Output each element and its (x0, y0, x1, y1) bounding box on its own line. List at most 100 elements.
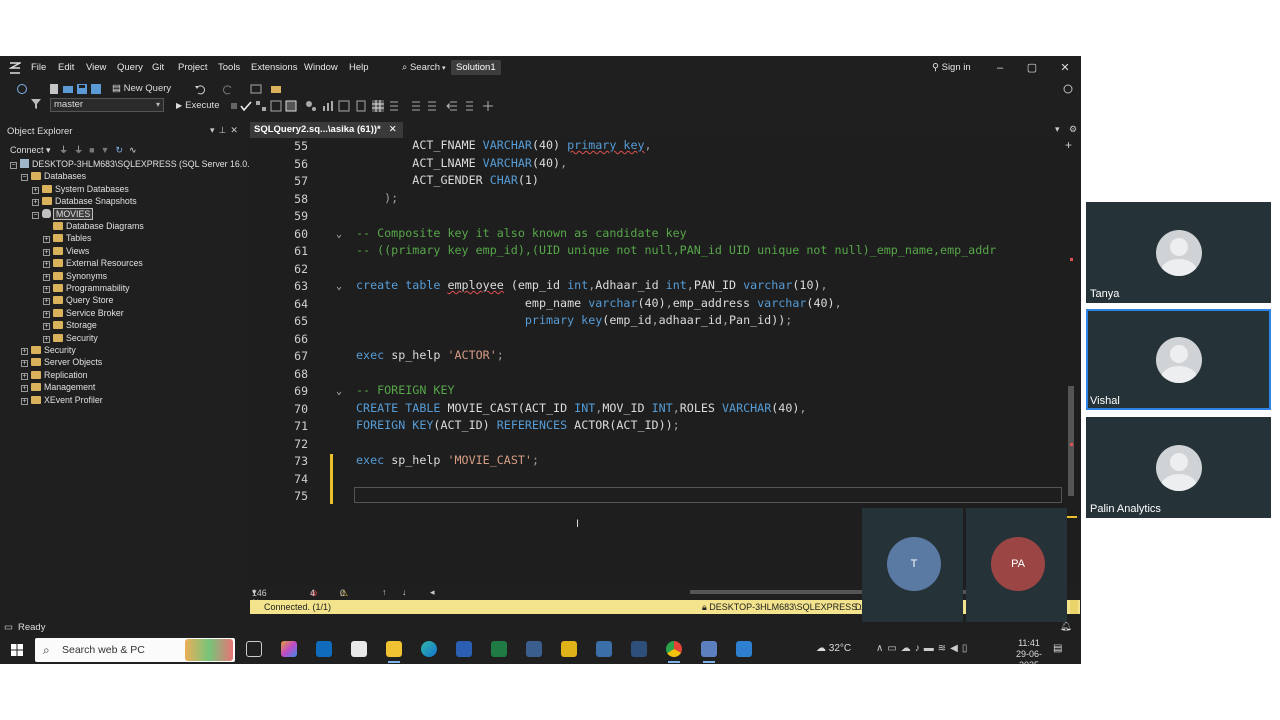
minimize-button[interactable]: – (992, 60, 1008, 76)
wifi-icon[interactable]: ≋ (938, 643, 950, 654)
outlook-icon[interactable] (316, 641, 332, 657)
expand-icon[interactable]: + (43, 286, 50, 293)
tree-node[interactable]: + Programmability (43, 282, 130, 294)
onedrive-icon[interactable]: ☁ (901, 643, 915, 654)
results-file-icon[interactable] (355, 100, 367, 112)
tree-node[interactable]: + Synonyms (43, 270, 107, 282)
mic-icon[interactable]: ♪ (915, 643, 924, 654)
expand-icon[interactable]: + (21, 360, 28, 368)
volume-icon[interactable]: ◀ (950, 643, 962, 654)
menu-edit[interactable]: Edit (58, 62, 74, 73)
tree-node[interactable]: − Databases (21, 170, 86, 182)
folder-icon[interactable] (270, 83, 282, 95)
collapse-icon[interactable]: − (21, 174, 28, 182)
expand-icon[interactable]: + (43, 310, 50, 318)
arrow-down-icon[interactable]: ↓ (402, 587, 406, 597)
power-icon[interactable]: ▯ (962, 643, 972, 654)
new-query-button[interactable]: ▤ New Query (112, 83, 171, 94)
new-file-icon[interactable] (48, 83, 60, 95)
notification-center-icon[interactable]: ▤ (1053, 643, 1062, 654)
taskbar-search[interactable]: ⌕ Search web & PC (35, 638, 235, 662)
windows-start-icon[interactable] (11, 644, 23, 656)
open-file-icon[interactable] (62, 83, 74, 95)
menu-tools[interactable]: Tools (218, 62, 240, 73)
task-view-icon[interactable] (246, 641, 262, 657)
clock[interactable]: 11:4129-06-2025 (1006, 638, 1052, 664)
refresh-icon[interactable]: ↻ (115, 145, 123, 155)
tree-node[interactable]: − MOVIES (32, 207, 94, 220)
client-stats-icon[interactable] (322, 100, 334, 112)
tree-node[interactable]: − DESKTOP-3HLM683\SQLEXPRESS (SQL Server … (10, 158, 275, 170)
expand-icon[interactable]: + (43, 335, 50, 343)
tool-icon[interactable] (250, 83, 262, 95)
zoom-level[interactable]: 146 % ▾ (252, 587, 267, 608)
tree-node[interactable]: + System Databases (32, 183, 129, 195)
expand-icon[interactable]: + (32, 199, 39, 207)
menu-help[interactable]: Help (349, 62, 369, 73)
results-text-icon[interactable] (270, 100, 282, 112)
tree-node[interactable]: + Database Snapshots (32, 195, 137, 207)
save-all-icon[interactable] (90, 83, 102, 95)
close-icon[interactable]: ✕ (230, 125, 242, 135)
database-select[interactable]: master ▾ (50, 98, 164, 112)
menu-window[interactable]: Window (304, 62, 338, 73)
decrease-indent-icon[interactable] (446, 100, 458, 112)
tree-node[interactable]: + External Resources (43, 257, 143, 269)
tree-node[interactable]: + XEvent Profiler (21, 394, 103, 406)
tree-node[interactable]: + Query Store (43, 294, 113, 306)
expand-icon[interactable]: + (43, 298, 50, 306)
stop-icon[interactable] (228, 100, 240, 112)
connect-icon[interactable]: ⏚ (59, 145, 68, 155)
ssms-active-icon[interactable] (701, 641, 717, 663)
specify-values-icon[interactable] (482, 100, 494, 112)
disconnect-icon[interactable]: ⏚ (74, 145, 83, 155)
tree-node[interactable]: + Replication (21, 369, 88, 381)
search-menu[interactable]: ⌕ Search ▾ (402, 62, 446, 73)
undo-icon[interactable] (194, 83, 206, 95)
menu-git[interactable]: Git (152, 62, 164, 73)
chevron-up-icon[interactable]: ∧ (876, 643, 887, 654)
expand-icon[interactable]: + (43, 236, 50, 244)
copilot-icon[interactable] (281, 641, 297, 657)
activity-icon[interactable]: ∿ (129, 145, 137, 155)
redo-icon[interactable] (222, 83, 234, 95)
settings-icon[interactable] (1062, 83, 1074, 95)
menu-project[interactable]: Project (178, 62, 208, 73)
expand-icon[interactable]: + (43, 273, 50, 281)
tree-node[interactable]: + Management (21, 381, 95, 393)
parse-checkmark-icon[interactable] (240, 100, 252, 112)
participant-tile[interactable]: Palin Analytics (1086, 417, 1271, 518)
expand-icon[interactable]: + (43, 323, 50, 331)
excel-icon[interactable] (491, 641, 507, 657)
query-plan-icon[interactable] (255, 100, 267, 112)
split-icon[interactable]: + (1065, 138, 1072, 152)
close-tab-icon[interactable]: ✕ (389, 124, 397, 135)
filter-icon[interactable] (30, 98, 42, 110)
collapse-icon[interactable]: − (10, 162, 17, 169)
battery-icon[interactable]: ▬ (924, 643, 938, 654)
tree-node[interactable]: + Views (43, 245, 89, 257)
tree-node[interactable]: + Service Broker (43, 307, 124, 319)
tree-node[interactable]: Database Diagrams (43, 220, 144, 232)
sign-in-link[interactable]: ⚲ Sign in (932, 62, 971, 73)
pin-icon[interactable]: ⊥ (219, 125, 231, 135)
dropdown-icon[interactable]: ▾ (210, 125, 219, 135)
expand-icon[interactable]: + (21, 385, 28, 393)
uncomment-icon[interactable] (426, 100, 438, 112)
snipping-icon[interactable] (526, 641, 542, 657)
live-stats-icon[interactable] (338, 100, 350, 112)
menu-view[interactable]: View (86, 62, 106, 73)
expand-icon[interactable]: + (43, 248, 50, 256)
fold-toggle-icon[interactable]: ⌄ (336, 383, 342, 400)
tab-list-icon[interactable]: ▾ (1055, 124, 1060, 135)
save-icon[interactable] (76, 83, 88, 95)
close-button[interactable]: ✕ (1057, 60, 1073, 76)
edge-icon[interactable] (421, 641, 437, 657)
menu-file[interactable]: File (31, 62, 46, 73)
back-nav-icon[interactable] (16, 83, 28, 95)
increase-indent-icon[interactable] (462, 100, 474, 112)
participant-tile[interactable]: Vishal (1086, 309, 1271, 410)
file-explorer-icon[interactable] (386, 641, 402, 663)
filter-icon[interactable]: ▼ (101, 145, 110, 155)
zoom-app-icon[interactable] (736, 641, 752, 657)
